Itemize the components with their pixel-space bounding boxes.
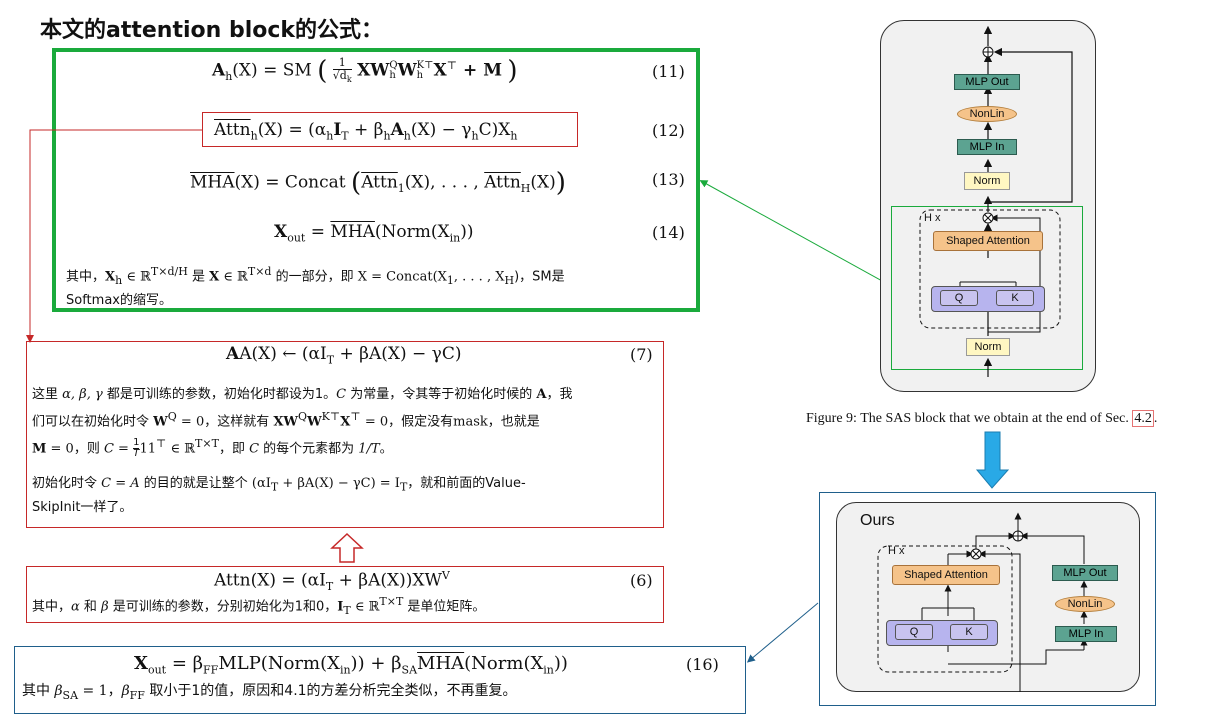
green-connector-line [699, 180, 894, 288]
figure-9-caption: Figure 9: The SAS block that we obtain a… [806, 410, 1158, 427]
ours-mlp-in-block: MLP In [1055, 626, 1117, 642]
down-arrow-icon [975, 431, 1010, 489]
ours-hx-label: H x [888, 545, 905, 557]
fig9-nonlin-block: NonLin [957, 106, 1017, 122]
fig9-k-block: K [996, 290, 1034, 306]
ours-mlp-out-block: MLP Out [1052, 565, 1118, 581]
fig9-norm-top-block: Norm [964, 172, 1010, 190]
ours-k-block: K [950, 624, 988, 640]
fig9-mlp-out-block: MLP Out [954, 74, 1020, 90]
fig9-mlp-in-block: MLP In [957, 139, 1017, 155]
fig9-shaped-attention-block: Shaped Attention [933, 231, 1043, 251]
section-ref-link[interactable]: 4.2 [1132, 410, 1154, 427]
ours-shaped-attention-block: Shaped Attention [892, 565, 1000, 585]
fig9-hx-label: H x [924, 212, 941, 224]
fig9-norm-bottom-block: Norm [966, 338, 1010, 356]
red-connector-line [26, 129, 202, 343]
ours-q-block: Q [895, 624, 933, 640]
blue-connector-line [746, 602, 819, 663]
fig9-q-block: Q [940, 290, 978, 306]
ours-nonlin-block: NonLin [1055, 596, 1115, 612]
